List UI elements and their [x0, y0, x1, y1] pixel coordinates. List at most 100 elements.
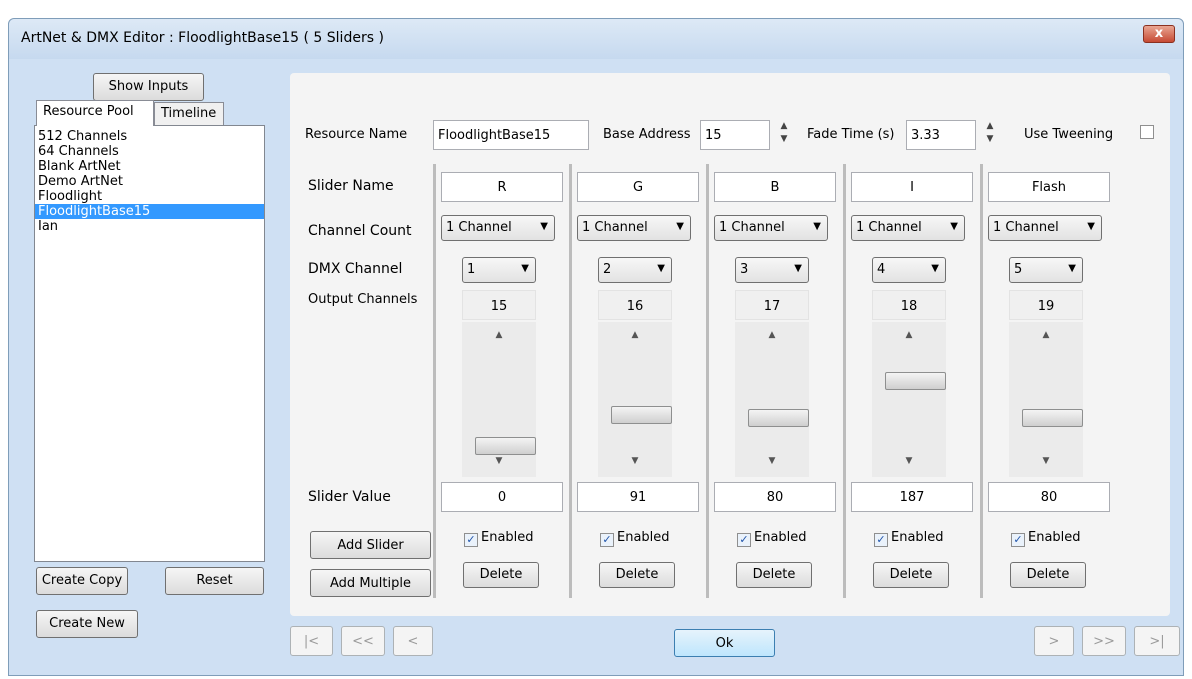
slider-column-r: R 1 Channel ▼ 1 ▼ 15 ▲ ▼ 0 ✓ Enabled Delete: [436, 164, 570, 598]
arrow-down-icon[interactable]: ▼: [598, 456, 672, 466]
slider-name-field[interactable]: G: [577, 172, 699, 202]
dmx-channel-value: 2: [603, 262, 612, 277]
arrow-down-icon[interactable]: ▼: [735, 456, 809, 466]
enabled-checkbox[interactable]: ✓ Enabled: [600, 530, 670, 547]
dmx-channel-select[interactable]: 1 ▼: [462, 257, 536, 283]
delete-button[interactable]: Delete: [599, 562, 675, 588]
slider-name-row-label: Slider Name: [308, 178, 394, 194]
window-title: ArtNet & DMX Editor : FloodlightBase15 (…: [21, 30, 384, 46]
arrow-up-icon[interactable]: ▲: [735, 330, 809, 340]
close-button[interactable]: x: [1143, 25, 1175, 43]
create-new-button[interactable]: Create New: [36, 610, 138, 638]
list-item[interactable]: 64 Channels: [35, 144, 264, 159]
fade-time-label: Fade Time (s): [807, 127, 895, 142]
chevron-down-icon: ▼: [931, 263, 939, 274]
reset-button[interactable]: Reset: [165, 567, 264, 595]
list-item[interactable]: Floodlight: [35, 189, 264, 204]
previous-page-button[interactable]: <<: [341, 626, 385, 656]
channel-count-value: 1 Channel: [719, 220, 785, 235]
show-inputs-button[interactable]: Show Inputs: [93, 73, 204, 101]
delete-button[interactable]: Delete: [463, 562, 539, 588]
arrow-up-icon[interactable]: ▲: [1009, 330, 1083, 340]
delete-button[interactable]: Delete: [736, 562, 812, 588]
list-item[interactable]: Demo ArtNet: [35, 174, 264, 189]
slider-value-field[interactable]: 80: [714, 482, 836, 512]
chevron-down-icon: ▼: [813, 221, 821, 232]
slider-name-field[interactable]: I: [851, 172, 973, 202]
create-copy-button[interactable]: Create Copy: [36, 567, 128, 595]
next-button[interactable]: >: [1034, 626, 1074, 656]
ok-button[interactable]: Ok: [674, 629, 775, 657]
dmx-channel-select[interactable]: 5 ▼: [1009, 257, 1083, 283]
use-tweening-checkbox[interactable]: [1140, 125, 1154, 139]
enabled-checkbox[interactable]: ✓ Enabled: [874, 530, 944, 547]
list-item-selected[interactable]: FloodlightBase15: [35, 204, 264, 219]
dmx-channel-select[interactable]: 3 ▼: [735, 257, 809, 283]
resource-name-field[interactable]: FloodlightBase15: [433, 120, 589, 150]
slider-thumb[interactable]: [1022, 409, 1083, 427]
enabled-label: Enabled: [754, 530, 807, 545]
slider-thumb[interactable]: [475, 437, 536, 455]
check-icon: ✓: [1011, 533, 1025, 547]
add-slider-button[interactable]: Add Slider: [310, 531, 431, 559]
channel-count-select[interactable]: 1 Channel ▼: [577, 215, 691, 241]
output-channels-value: 16: [598, 290, 672, 320]
check-icon: ✓: [874, 533, 888, 547]
slider-track[interactable]: ▲ ▼: [1009, 322, 1083, 477]
arrow-up-icon[interactable]: ▲: [462, 330, 536, 340]
delete-button[interactable]: Delete: [873, 562, 949, 588]
previous-button[interactable]: <: [393, 626, 433, 656]
slider-column-flash: Flash 1 Channel ▼ 5 ▼ 19 ▲ ▼ 80 ✓ Enabled D…: [983, 164, 1117, 598]
slider-name-field[interactable]: Flash: [988, 172, 1110, 202]
slider-value-field[interactable]: 80: [988, 482, 1110, 512]
base-address-spinner[interactable]: ▲ ▼: [778, 120, 790, 150]
delete-button[interactable]: Delete: [1010, 562, 1086, 588]
slider-track[interactable]: ▲ ▼: [735, 322, 809, 477]
slider-thumb[interactable]: [748, 409, 809, 427]
dmx-channel-value: 1: [467, 262, 476, 277]
slider-thumb[interactable]: [611, 406, 672, 424]
channel-count-select[interactable]: 1 Channel ▼: [714, 215, 828, 241]
enabled-checkbox[interactable]: ✓ Enabled: [737, 530, 807, 547]
fade-time-field[interactable]: 3.33: [906, 120, 976, 150]
next-page-button[interactable]: >>: [1082, 626, 1126, 656]
slider-thumb[interactable]: [885, 372, 946, 390]
channel-count-select[interactable]: 1 Channel ▼: [441, 215, 555, 241]
add-multiple-button[interactable]: Add Multiple: [310, 569, 431, 597]
slider-value-field[interactable]: 0: [441, 482, 563, 512]
slider-value-field[interactable]: 187: [851, 482, 973, 512]
channel-count-select[interactable]: 1 Channel ▼: [988, 215, 1102, 241]
slider-name-field[interactable]: R: [441, 172, 563, 202]
output-channels-value: 15: [462, 290, 536, 320]
resource-pool-list[interactable]: 512 Channels 64 Channels Blank ArtNet De…: [34, 125, 265, 562]
channel-count-value: 1 Channel: [993, 220, 1059, 235]
output-channels-row-label: Output Channels: [308, 292, 418, 307]
slider-track[interactable]: ▲ ▼: [462, 322, 536, 477]
arrow-down-icon[interactable]: ▼: [462, 456, 536, 466]
arrow-down-icon[interactable]: ▼: [1009, 456, 1083, 466]
list-item[interactable]: Ian: [35, 219, 264, 234]
fade-time-spinner[interactable]: ▲ ▼: [984, 120, 996, 150]
enabled-checkbox[interactable]: ✓ Enabled: [1011, 530, 1081, 547]
slider-track[interactable]: ▲ ▼: [872, 322, 946, 477]
last-page-button[interactable]: >|: [1134, 626, 1180, 656]
slider-name-field[interactable]: B: [714, 172, 836, 202]
tab-resource-pool[interactable]: Resource Pool: [36, 100, 154, 126]
arrow-up-icon[interactable]: ▲: [872, 330, 946, 340]
slider-track[interactable]: ▲ ▼: [598, 322, 672, 477]
list-item[interactable]: Blank ArtNet: [35, 159, 264, 174]
first-page-button[interactable]: |<: [290, 626, 333, 656]
list-item[interactable]: 512 Channels: [35, 129, 264, 144]
dmx-channel-select[interactable]: 2 ▼: [598, 257, 672, 283]
chevron-down-icon: ▼: [657, 263, 665, 274]
channel-count-select[interactable]: 1 Channel ▼: [851, 215, 965, 241]
arrow-down-icon[interactable]: ▼: [872, 456, 946, 466]
slider-column-b: B 1 Channel ▼ 3 ▼ 17 ▲ ▼ 80 ✓ Enabled Delet…: [709, 164, 843, 598]
dmx-channel-select[interactable]: 4 ▼: [872, 257, 946, 283]
channel-count-value: 1 Channel: [582, 220, 648, 235]
slider-value-field[interactable]: 91: [577, 482, 699, 512]
arrow-up-icon[interactable]: ▲: [598, 330, 672, 340]
base-address-field[interactable]: 15: [700, 120, 770, 150]
enabled-checkbox[interactable]: ✓ Enabled: [464, 530, 534, 547]
tab-timeline[interactable]: Timeline: [154, 102, 224, 126]
